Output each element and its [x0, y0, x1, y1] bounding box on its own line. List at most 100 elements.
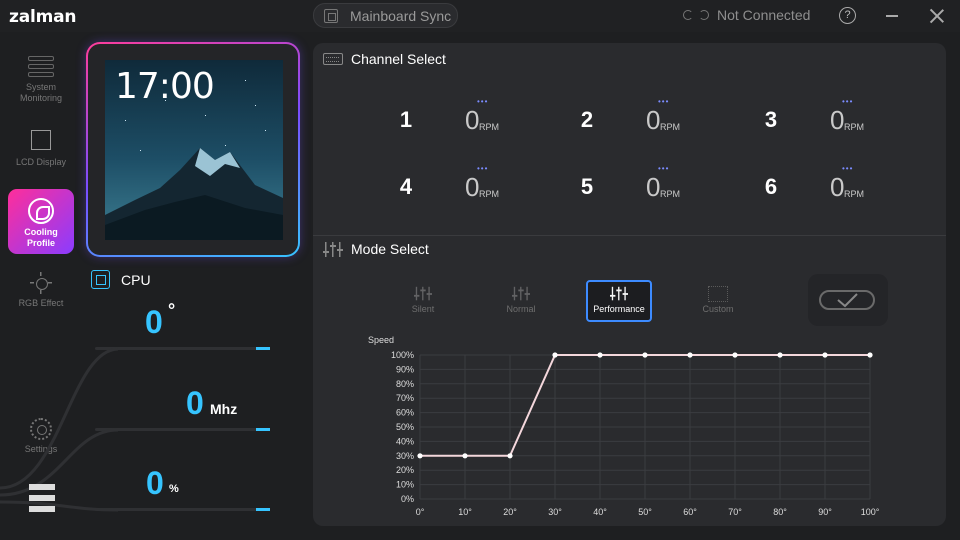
- sidebar-item-cooling-profile[interactable]: Cooling Profile: [8, 189, 74, 254]
- connection-status: Not Connected: [683, 7, 810, 23]
- fan-curve-chart[interactable]: Speed 0% 10% 20% 30% 40% 50% 60% 70% 80% 90% 100% …: [363, 333, 883, 526]
- lcd-display-icon: [31, 130, 51, 150]
- mode-silent[interactable]: Silent: [390, 280, 456, 322]
- mode-normal[interactable]: Normal: [488, 280, 554, 322]
- rgb-effect-icon: [30, 272, 52, 294]
- link-icon: [683, 8, 709, 22]
- mode-select-title: Mode Select: [351, 241, 429, 257]
- y-tick-label: 30%: [396, 451, 414, 461]
- channel-number: 2: [580, 107, 594, 132]
- fan-curve-svg[interactable]: Speed 0%10%20%30%40%50%60%70%80%90%100% …: [363, 333, 883, 521]
- checkmark-toggle-icon: [819, 290, 875, 310]
- curve-point[interactable]: [597, 352, 603, 358]
- sidebar-item-label: LCD Display: [15, 157, 66, 167]
- sliders-icon: [323, 241, 343, 257]
- custom-mode-icon: [708, 286, 728, 302]
- y-tick-label: 20%: [396, 465, 414, 475]
- silent-mode-icon: [414, 286, 432, 302]
- cpu-temp-bar: [256, 347, 270, 350]
- channel-icon: [323, 53, 343, 65]
- help-icon[interactable]: ?: [839, 7, 856, 24]
- channel-rpm: 0: [646, 172, 661, 202]
- mainboard-sync-button[interactable]: Mainboard Sync: [313, 3, 458, 28]
- sidebar-item-lcd-display[interactable]: LCD Display: [8, 130, 74, 168]
- curve-point[interactable]: [417, 453, 423, 459]
- curve-point[interactable]: [552, 352, 558, 358]
- channel-2[interactable]: 2 ••• 0 RPM: [574, 97, 734, 147]
- x-tick-label: 70°: [728, 507, 742, 517]
- mode-label: Performance: [593, 304, 645, 314]
- channel-rpm-unit: RPM: [844, 189, 864, 199]
- title-bar: zalman Mainboard Sync Not Connected ?: [0, 0, 960, 32]
- sidebar-item-rgb-effect[interactable]: RGB Effect: [8, 272, 74, 309]
- channel-number: 6: [764, 174, 778, 199]
- brand-logo: zalman: [9, 7, 77, 27]
- mode-select-header: Mode Select: [313, 235, 946, 263]
- y-tick-label: 80%: [396, 379, 414, 389]
- y-tick-label: 70%: [396, 393, 414, 403]
- lcd-clock: 17:00: [115, 66, 215, 107]
- x-tick-label: 60°: [683, 507, 697, 517]
- mainboard-icon: [324, 8, 338, 23]
- y-axis-label: Speed: [368, 335, 394, 345]
- mode-label: Normal: [506, 304, 536, 314]
- close-button[interactable]: [929, 8, 945, 24]
- cpu-clock-unit: Mhz: [210, 401, 238, 417]
- readout-track: [95, 347, 270, 350]
- curve-point[interactable]: [822, 352, 828, 358]
- performance-mode-icon: [610, 286, 628, 302]
- cpu-load-unit: %: [169, 483, 179, 495]
- channel-3[interactable]: 3 ••• 0 RPM: [758, 97, 918, 147]
- curve-point[interactable]: [777, 352, 783, 358]
- cpu-load-bar: [256, 508, 270, 511]
- cpu-label: CPU: [121, 272, 151, 288]
- mode-custom[interactable]: Custom: [685, 280, 751, 322]
- curve-point[interactable]: [867, 352, 873, 358]
- channel-1[interactable]: 1 ••• 0 RPM: [393, 97, 553, 147]
- mainboard-sync-label: Mainboard Sync: [350, 7, 452, 24]
- readout-track: [95, 428, 270, 431]
- channel-4[interactable]: 4 ••• 0 RPM: [393, 164, 553, 214]
- lcd-screen: 17:00: [105, 60, 283, 240]
- channel-5[interactable]: 5 ••• 0 RPM: [574, 164, 734, 214]
- curve-point[interactable]: [507, 453, 513, 459]
- mountain-image: [105, 148, 283, 240]
- cpu-clock-value: 0: [186, 385, 204, 421]
- channel-select-title: Channel Select: [351, 51, 446, 67]
- minimize-button[interactable]: [886, 15, 898, 17]
- zalman-mark-icon: [29, 484, 55, 512]
- cpu-icon: [91, 270, 110, 289]
- mode-label: Silent: [411, 304, 435, 314]
- channel-rpm: 0: [465, 172, 480, 202]
- readout-track: [95, 508, 270, 511]
- channel-rpm: 0: [465, 105, 480, 135]
- channel-6[interactable]: 6 ••• 0 RPM: [758, 164, 918, 214]
- curve-point[interactable]: [642, 352, 648, 358]
- y-tick-label: 0%: [401, 494, 414, 504]
- y-tick-labels: 0% 10% 20% 30% 40% 50% 60% 70% 80% 90% 100%: [391, 350, 414, 504]
- channel-rpm-unit: RPM: [660, 189, 680, 199]
- cpu-temp-unit: °: [168, 300, 176, 320]
- x-tick-label: 40°: [593, 507, 607, 517]
- chart-grid: [419, 354, 871, 500]
- lcd-preview[interactable]: 17:00: [86, 42, 300, 257]
- sidebar-item-system-monitoring[interactable]: System Monitoring: [8, 56, 74, 104]
- curve-point[interactable]: [462, 453, 468, 459]
- sidebar-item-label: System Monitoring: [19, 82, 63, 103]
- channel-select-header: Channel Select: [313, 45, 946, 73]
- x-tick-label: 100°: [861, 507, 880, 517]
- mode-performance[interactable]: Performance: [586, 280, 652, 322]
- y-tick-label: 40%: [396, 436, 414, 446]
- y-tick-label: 50%: [396, 422, 414, 432]
- cpu-load-value: 0: [146, 465, 164, 501]
- y-tick-label: 100%: [391, 350, 414, 360]
- normal-mode-icon: [512, 286, 530, 302]
- apply-toggle[interactable]: [808, 274, 888, 326]
- y-tick-label: 10%: [396, 480, 414, 490]
- x-tick-label: 80°: [773, 507, 787, 517]
- channel-rpm-unit: RPM: [479, 122, 499, 132]
- curve-point[interactable]: [732, 352, 738, 358]
- curve-point[interactable]: [687, 352, 693, 358]
- x-tick-label: 30°: [548, 507, 562, 517]
- channel-number: 4: [399, 174, 413, 199]
